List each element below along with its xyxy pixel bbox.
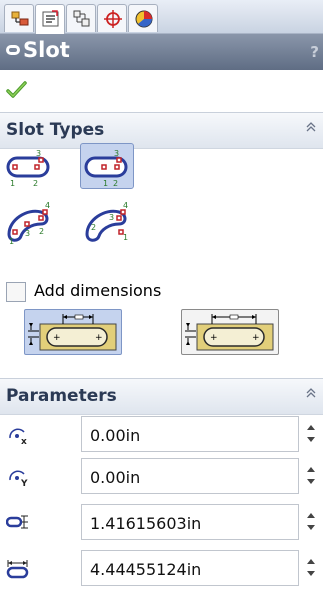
panel-title-bar: Slot ? [0,34,323,70]
ok-checkmark-icon[interactable] [6,80,28,100]
tab-configuration-manager[interactable] [66,4,96,32]
centerpoint-arc-slot-button[interactable]: 4 2 3 1 [80,199,134,245]
slot-width-icon [6,515,28,529]
center-to-center-dimension-button[interactable]: + + [181,309,279,355]
feature-manager-icon [11,11,29,26]
slot-types-title: Slot Types [6,120,105,140]
slot-length-spinner[interactable] [304,550,320,586]
slot-width-spinner[interactable] [304,504,320,540]
overall-length-dimension-button[interactable]: + + [24,309,122,355]
straight-slot-icon: 3 1 2 [6,149,50,188]
tab-dimxpert-manager[interactable] [97,4,127,32]
panel-title: Slot [23,38,70,62]
svg-text:+: + [210,333,218,343]
help-button[interactable]: ? [310,43,319,61]
slot-width-field[interactable]: 1.41615603in [81,504,299,540]
straight-slot-button[interactable]: 3 1 2 [2,143,56,189]
slot-length-field[interactable]: 4.44455124in [81,550,299,586]
svg-text:+: + [95,333,103,343]
center-x-icon: x [9,428,27,446]
tab-feature-manager[interactable] [4,4,34,32]
slot-length-row: 4.44455124in [0,546,323,588]
svg-text:+: + [53,333,61,343]
svg-text:3: 3 [36,149,41,158]
collapse-chevron-icon[interactable] [303,385,319,401]
svg-text:1: 1 [10,179,15,188]
parameters-title: Parameters [6,386,117,406]
3-point-arc-slot-icon: 4 1 3 2 [7,201,50,246]
svg-text:2: 2 [39,227,44,236]
slot-width-row: 1.41615603in [0,500,323,542]
centerpoint-arc-slot-icon: 4 2 3 1 [85,201,128,242]
center-y-field[interactable]: 0.00in [81,458,299,494]
slot-length-icon [6,560,29,579]
center-x-row: x 0.00in [0,412,323,454]
configuration-manager-icon [73,10,90,27]
svg-text:2: 2 [91,223,96,232]
svg-text:3: 3 [114,149,119,158]
svg-text:2: 2 [113,179,118,188]
centerpoint-straight-slot-button[interactable]: 3 1 2 [80,143,134,189]
slot-icon [6,45,20,55]
centerpoint-straight-slot-icon: 3 1 2 [84,149,128,188]
display-manager-icon [135,10,153,28]
svg-text:x: x [21,437,27,446]
confirm-row [0,70,323,112]
svg-text:2: 2 [33,179,38,188]
svg-text:1: 1 [9,237,14,246]
svg-text:4: 4 [123,201,128,210]
property-manager-tabbar [0,0,323,34]
add-dimensions-label: Add dimensions [34,281,162,300]
center-x-spinner[interactable] [304,416,320,452]
center-y-icon: Y [9,470,28,488]
svg-text:+: + [252,333,260,343]
collapse-chevron-icon[interactable] [303,119,319,135]
center-y-spinner[interactable] [304,458,320,494]
center-x-field[interactable]: 0.00in [81,416,299,452]
parameters-header[interactable]: Parameters [0,379,323,415]
svg-text:3: 3 [109,213,114,222]
svg-text:3: 3 [25,229,30,238]
add-dimensions-checkbox[interactable] [6,282,26,302]
svg-text:4: 4 [45,201,50,210]
center-y-row: Y 0.00in [0,454,323,496]
svg-text:1: 1 [103,179,108,188]
overall-length-dimension-icon: + + [28,314,117,351]
dimxpert-target-icon [104,10,122,28]
svg-text:Y: Y [20,479,28,488]
tab-display-manager[interactable] [128,4,158,32]
svg-text:1: 1 [123,233,128,242]
3-point-arc-slot-button[interactable]: 4 1 3 2 [2,199,56,246]
center-to-center-dimension-icon: + + [185,314,274,351]
property-manager-icon [42,10,59,27]
tab-property-manager[interactable] [35,4,65,34]
